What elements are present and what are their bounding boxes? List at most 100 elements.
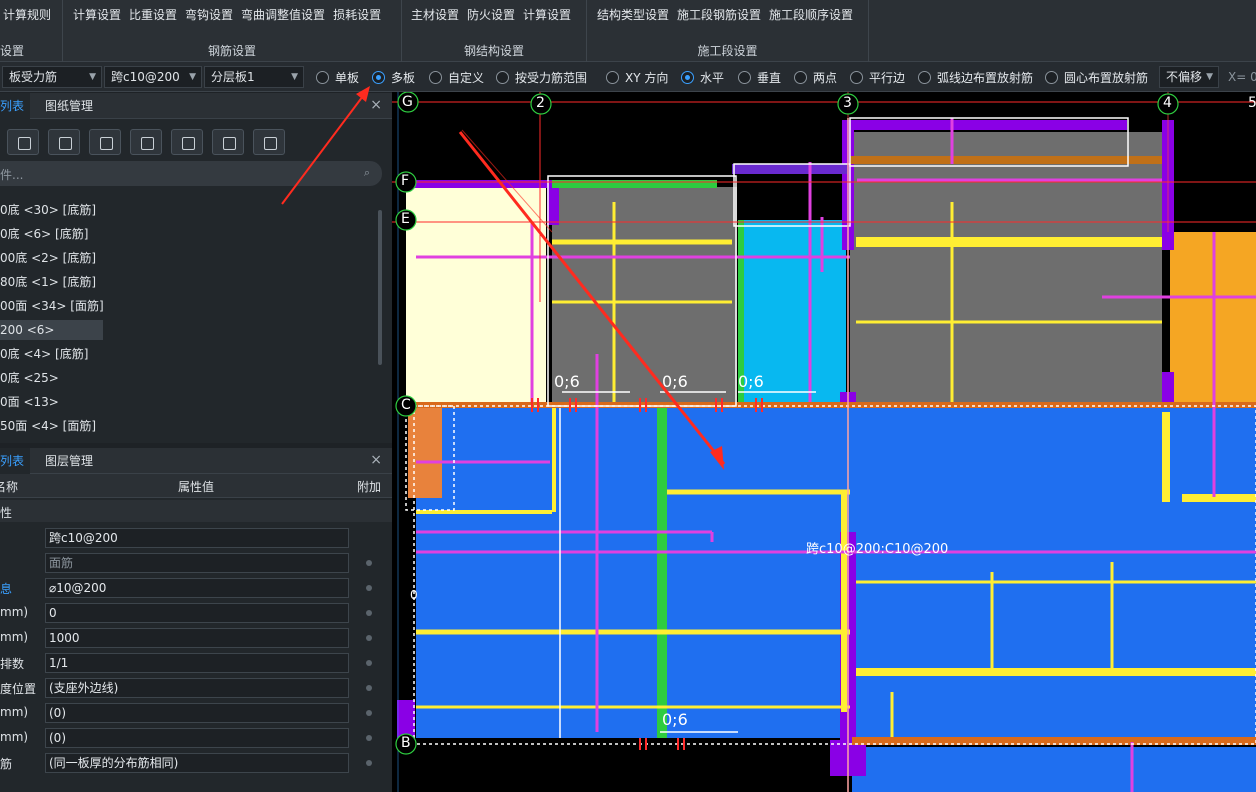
structure-type-button[interactable]: 结构类型设置 (597, 6, 669, 23)
property-value-input[interactable]: (支座外边线) (45, 678, 349, 698)
ribbon-group-rebar: 计算设置 比重设置 弯钩设置 弯曲调整值设置 损耗设置 钢筋设置 (63, 0, 402, 62)
radio-center-radial[interactable]: 圆心布置放射筋 (1045, 69, 1148, 85)
calc-rules-button[interactable]: 计算规则 (3, 6, 51, 23)
offset-combo[interactable]: 不偏移 ▼ (1159, 66, 1219, 88)
list-item[interactable]: 0底 <6> [底筋] (0, 224, 88, 244)
attach-dot-icon[interactable] (366, 560, 372, 566)
radio-vertical[interactable]: 垂直 (738, 69, 781, 85)
list-scrollbar[interactable] (378, 210, 382, 365)
drawing-canvas[interactable]: G 2 3 4 5 F E C B 0;6 0;6 0;6 0;6 跨c10@2… (392, 92, 1256, 792)
delete-icon[interactable] (48, 129, 80, 155)
slab-cream[interactable] (406, 187, 546, 402)
property-value-input[interactable]: 1/1 (45, 653, 349, 673)
radio-horizontal[interactable]: 水平 (681, 69, 724, 85)
axis-label-g: G (402, 94, 413, 110)
attach-dot-icon[interactable] (366, 735, 372, 741)
radio-two-points[interactable]: 两点 (794, 69, 837, 85)
toolbar-annotation-arrow (281, 86, 370, 205)
property-value-input[interactable]: 跨c10@200 (45, 528, 349, 548)
list-item[interactable]: 0面 <13> (0, 392, 59, 412)
radio-label: 弧线边布置放射筋 (937, 71, 1034, 85)
duplicate-button[interactable] (89, 129, 121, 155)
radio-by-range[interactable]: 按受力筋范围 (496, 69, 587, 85)
tab-layer-management[interactable]: 图层管理 (39, 448, 99, 474)
property-value-input[interactable]: ⌀10@200 (45, 578, 349, 598)
radio-circle-icon (606, 71, 619, 84)
attach-dot-icon[interactable] (366, 760, 372, 766)
property-key: mm) (0, 705, 29, 719)
list-view-button[interactable] (212, 129, 244, 155)
radio-parallel-edge[interactable]: 平行边 (850, 69, 905, 85)
property-value-input[interactable]: (0) (45, 703, 349, 723)
list-item[interactable]: 80底 <1> [底筋] (0, 272, 96, 292)
radio-circle-icon (429, 71, 442, 84)
axis-label-3: 3 (843, 95, 852, 111)
property-row-left-extend: mm) 0 (0, 601, 392, 626)
radio-arc-radial[interactable]: 弧线边布置放射筋 (918, 69, 1033, 85)
property-section-header[interactable]: 性 (0, 500, 392, 522)
tab-drawing-management[interactable]: 图纸管理 (39, 93, 99, 119)
list-item[interactable]: 0底 <25> (0, 368, 59, 388)
property-table-header: 名称 属性值 附加 (0, 474, 392, 498)
stage-rebar-button[interactable]: 施工段钢筋设置 (677, 6, 761, 23)
axis-label-4: 4 (1163, 95, 1172, 111)
property-key: 排数 (0, 657, 25, 671)
copy-button[interactable] (7, 129, 39, 155)
export-button[interactable] (171, 129, 203, 155)
property-key: mm) (0, 605, 29, 619)
bend-adjust-button[interactable]: 弯曲调整值设置 (241, 6, 325, 23)
attach-dot-icon[interactable] (366, 710, 372, 716)
slab-gray[interactable] (850, 132, 1162, 402)
attach-dot-icon[interactable] (366, 635, 372, 641)
radio-circle-icon (794, 71, 807, 84)
property-value-input[interactable]: 0 (45, 603, 349, 623)
weight-settings-button[interactable]: 比重设置 (129, 6, 177, 23)
slab-blue[interactable] (416, 408, 1256, 738)
steel-calc-settings-button[interactable]: 计算设置 (523, 6, 571, 23)
green-rebar (657, 408, 667, 738)
rebar-spec-combo[interactable]: 跨c10@200 ▼ (104, 66, 202, 88)
import-button[interactable] (130, 129, 162, 155)
radio-label: 多板 (391, 71, 416, 85)
list-item-selected[interactable]: 200 <6> (0, 320, 103, 340)
loss-settings-button[interactable]: 损耗设置 (333, 6, 381, 23)
slab-blue[interactable] (852, 747, 1256, 792)
attach-dot-icon[interactable] (366, 660, 372, 666)
hook-settings-button[interactable]: 弯钩设置 (185, 6, 233, 23)
property-value-input[interactable]: (0) (45, 728, 349, 748)
main-material-button[interactable]: 主材设置 (411, 6, 459, 23)
attach-dot-icon[interactable] (366, 685, 372, 691)
radio-custom[interactable]: 自定义 (429, 69, 484, 85)
slab-gray[interactable] (552, 187, 737, 402)
attach-dot-icon[interactable] (366, 585, 372, 591)
list-item[interactable]: 0底 <30> [底筋] (0, 200, 96, 220)
list-item[interactable]: 00面 <34> [面筋] (0, 296, 104, 316)
radio-xy-direction[interactable]: XY 方向 (606, 69, 668, 85)
x-coordinate-label: X= 0 (1228, 70, 1256, 84)
property-row-rows: 排数 1/1 (0, 651, 392, 676)
chevron-down-icon: ▼ (189, 72, 196, 82)
property-row-position: 度位置 (支座外边线) (0, 676, 392, 701)
list-item[interactable]: 0底 <4> [底筋] (0, 344, 88, 364)
close-icon[interactable]: × (370, 452, 382, 468)
property-row-right-extend: mm) 1000 (0, 626, 392, 651)
dimension-label: 0;6 (738, 372, 764, 391)
list-item[interactable]: 00底 <2> [底筋] (0, 248, 96, 268)
list-item[interactable]: 50面 <4> [面筋] (0, 416, 96, 436)
property-value-input[interactable]: 面筋 (45, 553, 349, 573)
draw-toolbar: 板受力筋 ▼ 跨c10@200 ▼ 分层板1 ▼ 单板 多板 自定义 按受力筋范围 X… (0, 62, 1256, 92)
tab-component-list[interactable]: 列表 (0, 93, 31, 119)
property-value-input[interactable]: 1000 (45, 628, 349, 648)
fireproof-button[interactable]: 防火设置 (467, 6, 515, 23)
property-value-input[interactable]: (同一板厚的分布筋相同) (45, 753, 349, 773)
stage-order-button[interactable]: 施工段顺序设置 (769, 6, 853, 23)
drawing-svg[interactable] (392, 92, 1256, 792)
attach-dot-icon[interactable] (366, 610, 372, 616)
beam (842, 120, 1127, 130)
rebar-type-combo[interactable]: 板受力筋 ▼ (2, 66, 102, 88)
calc-settings-button[interactable]: 计算设置 (73, 6, 121, 23)
col-extra: 附加 (357, 480, 382, 494)
radio-circle-icon (1045, 71, 1058, 84)
property-row-anchor-left: mm) (0) (0, 701, 392, 726)
tab-property-list[interactable]: 列表 (0, 448, 31, 474)
